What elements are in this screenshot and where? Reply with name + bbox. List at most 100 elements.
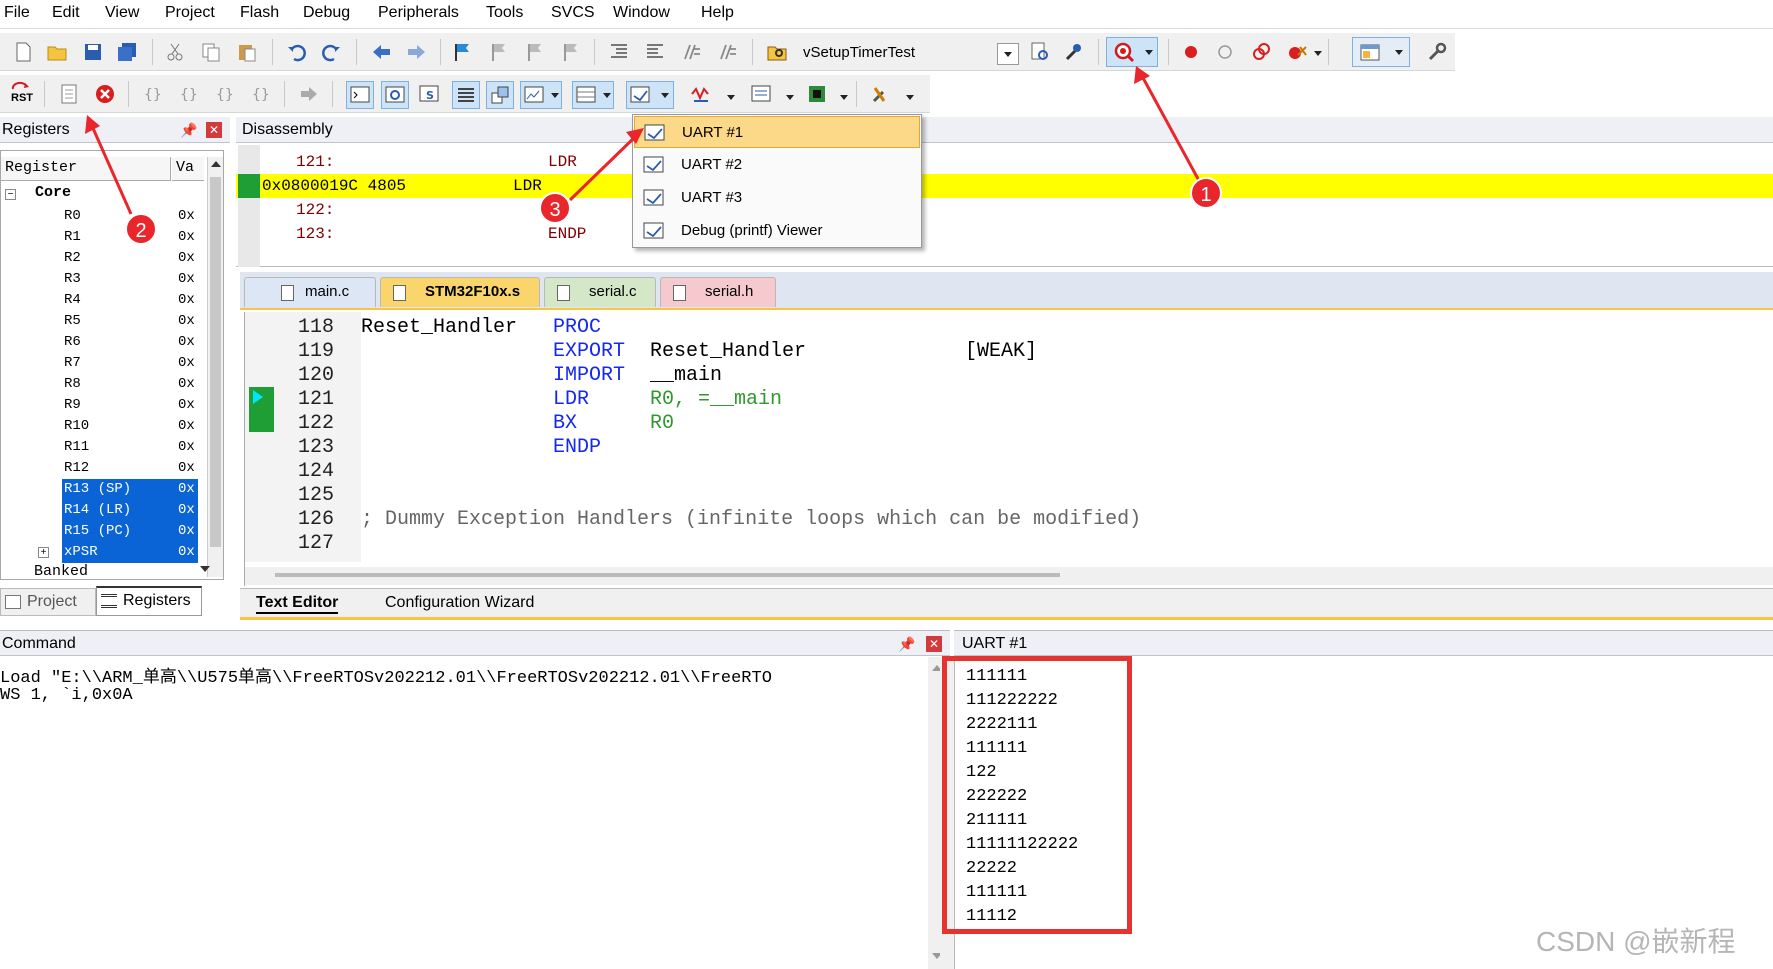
disassembly-window-button[interactable] — [381, 81, 409, 109]
tab-main-c[interactable]: main.c — [244, 277, 376, 307]
pin-icon[interactable]: 📌 — [180, 117, 197, 143]
redo-icon[interactable] — [320, 41, 342, 63]
analysis-window-icon[interactable] — [690, 83, 712, 105]
step-out-icon[interactable]: {} — [214, 83, 236, 105]
open-folder-icon[interactable] — [46, 41, 68, 63]
command-window-button[interactable] — [346, 81, 374, 109]
register-row[interactable]: R5 0x — [0, 311, 220, 332]
register-row[interactable]: R9 0x — [0, 395, 220, 416]
scroll-up-icon[interactable] — [211, 161, 221, 167]
register-row[interactable]: R8 0x — [0, 374, 220, 395]
debug-session-button[interactable] — [1106, 37, 1158, 67]
close-icon[interactable]: ✕ — [926, 636, 942, 652]
menu-project[interactable]: Project — [165, 4, 215, 22]
menu-item-uart2[interactable]: UART #2 — [634, 149, 920, 181]
pin-icon[interactable]: 📌 — [898, 631, 915, 657]
run-to-cursor-icon[interactable]: {} — [250, 83, 272, 105]
call-stack-button[interactable] — [486, 81, 514, 109]
system-viewer-icon[interactable] — [806, 83, 828, 105]
command-output[interactable]: Load "E:\\ARM_单高\\U575单高\\FreeRTOSv20221… — [0, 657, 950, 969]
insert-breakpoint-icon[interactable] — [1180, 41, 1202, 63]
trace-window-icon[interactable] — [750, 83, 772, 105]
clear-bookmarks-icon[interactable] — [560, 41, 582, 63]
register-row[interactable]: R11 0x — [0, 437, 220, 458]
cut-icon[interactable] — [164, 41, 186, 63]
register-row[interactable]: R12 0x — [0, 458, 220, 479]
undo-icon[interactable] — [286, 41, 308, 63]
find-in-files-icon[interactable] — [766, 41, 788, 63]
stop-icon[interactable] — [94, 83, 116, 105]
comment-icon[interactable] — [680, 41, 702, 63]
menu-peripherals[interactable]: Peripherals — [378, 4, 459, 22]
menu-file[interactable]: File — [4, 4, 30, 22]
nav-forward-icon[interactable] — [406, 41, 428, 63]
unindent-icon[interactable] — [644, 41, 666, 63]
value-column-header[interactable]: Va — [172, 157, 204, 181]
bookmark-icon[interactable] — [452, 41, 474, 63]
paste-icon[interactable] — [236, 41, 258, 63]
toolbox-icon[interactable] — [870, 83, 892, 105]
find-icon[interactable] — [1029, 41, 1051, 63]
register-row-selected[interactable]: R13 (SP) 0x — [62, 479, 198, 500]
tab-project[interactable]: Project — [0, 588, 96, 616]
configure-icon[interactable] — [1426, 41, 1448, 63]
window-layout-button[interactable] — [1352, 37, 1410, 67]
close-icon[interactable]: ✕ — [206, 122, 222, 138]
register-row[interactable]: R2 0x — [0, 248, 220, 269]
next-bookmark-icon[interactable] — [524, 41, 546, 63]
menu-svcs[interactable]: SVCS — [551, 4, 595, 22]
menu-item-debug-printf-viewer[interactable]: Debug (printf) Viewer — [634, 215, 920, 247]
collapse-core-icon[interactable]: − — [5, 189, 16, 200]
menu-flash[interactable]: Flash — [240, 4, 279, 22]
new-file-icon[interactable] — [12, 41, 34, 63]
group-banked[interactable]: Banked — [34, 563, 88, 580]
scroll-down-icon[interactable] — [200, 566, 210, 572]
uncomment-icon[interactable] — [716, 41, 738, 63]
tab-serial-h[interactable]: serial.h — [660, 277, 776, 307]
menu-help[interactable]: Help — [701, 4, 734, 22]
show-next-statement-icon[interactable] — [298, 83, 320, 105]
copy-icon[interactable] — [200, 41, 222, 63]
prev-bookmark-icon[interactable] — [488, 41, 510, 63]
menu-item-uart3[interactable]: UART #3 — [634, 182, 920, 214]
kill-breakpoints-icon[interactable] — [1286, 41, 1308, 63]
registers-window-button[interactable] — [452, 81, 480, 109]
register-row[interactable]: R10 0x — [0, 416, 220, 437]
register-row[interactable]: R6 0x — [0, 332, 220, 353]
target-dropdown[interactable] — [997, 43, 1019, 65]
step-into-icon[interactable]: {} — [142, 83, 164, 105]
watch-window-button[interactable] — [520, 81, 562, 109]
reset-button[interactable]: RST — [10, 80, 36, 108]
enable-breakpoint-icon[interactable] — [1214, 41, 1236, 63]
indent-icon[interactable] — [608, 41, 630, 63]
menu-item-uart1[interactable]: UART #1 — [634, 116, 920, 148]
register-row[interactable]: R3 0x — [0, 269, 220, 290]
expand-xpsr-icon[interactable]: + — [38, 547, 49, 558]
incremental-find-icon[interactable] — [1063, 41, 1085, 63]
memory-window-button[interactable] — [572, 81, 614, 109]
nav-back-icon[interactable] — [370, 41, 392, 63]
register-row[interactable]: R0 0x — [0, 206, 220, 227]
register-row[interactable]: R7 0x — [0, 353, 220, 374]
symbols-window-icon[interactable]: S — [418, 83, 440, 105]
tab-configuration-wizard[interactable]: Configuration Wizard — [385, 594, 534, 612]
disable-breakpoints-icon[interactable] — [1250, 41, 1272, 63]
tab-registers[interactable]: Registers — [96, 586, 202, 616]
menu-view[interactable]: View — [105, 4, 139, 22]
hscroll-thumb[interactable] — [275, 573, 1060, 577]
run-icon[interactable] — [58, 83, 80, 105]
register-row-selected[interactable]: R15 (PC) 0x — [62, 521, 198, 542]
tab-serial-c[interactable]: serial.c — [544, 277, 656, 307]
tab-stm32f10x-s[interactable]: STM32F10x.s — [380, 277, 540, 307]
group-core[interactable]: Core — [35, 184, 71, 201]
menu-debug[interactable]: Debug — [303, 4, 350, 22]
menu-tools[interactable]: Tools — [486, 4, 523, 22]
disassembly-view[interactable] — [236, 145, 1773, 267]
register-row[interactable]: R4 0x — [0, 290, 220, 311]
register-row[interactable]: R1 0x — [0, 227, 220, 248]
menu-window[interactable]: Window — [613, 4, 670, 22]
serial-window-button[interactable] — [626, 81, 674, 109]
register-row-selected[interactable]: xPSR 0x — [62, 542, 198, 563]
register-column-header[interactable]: Register — [1, 157, 171, 181]
menu-edit[interactable]: Edit — [52, 4, 80, 22]
